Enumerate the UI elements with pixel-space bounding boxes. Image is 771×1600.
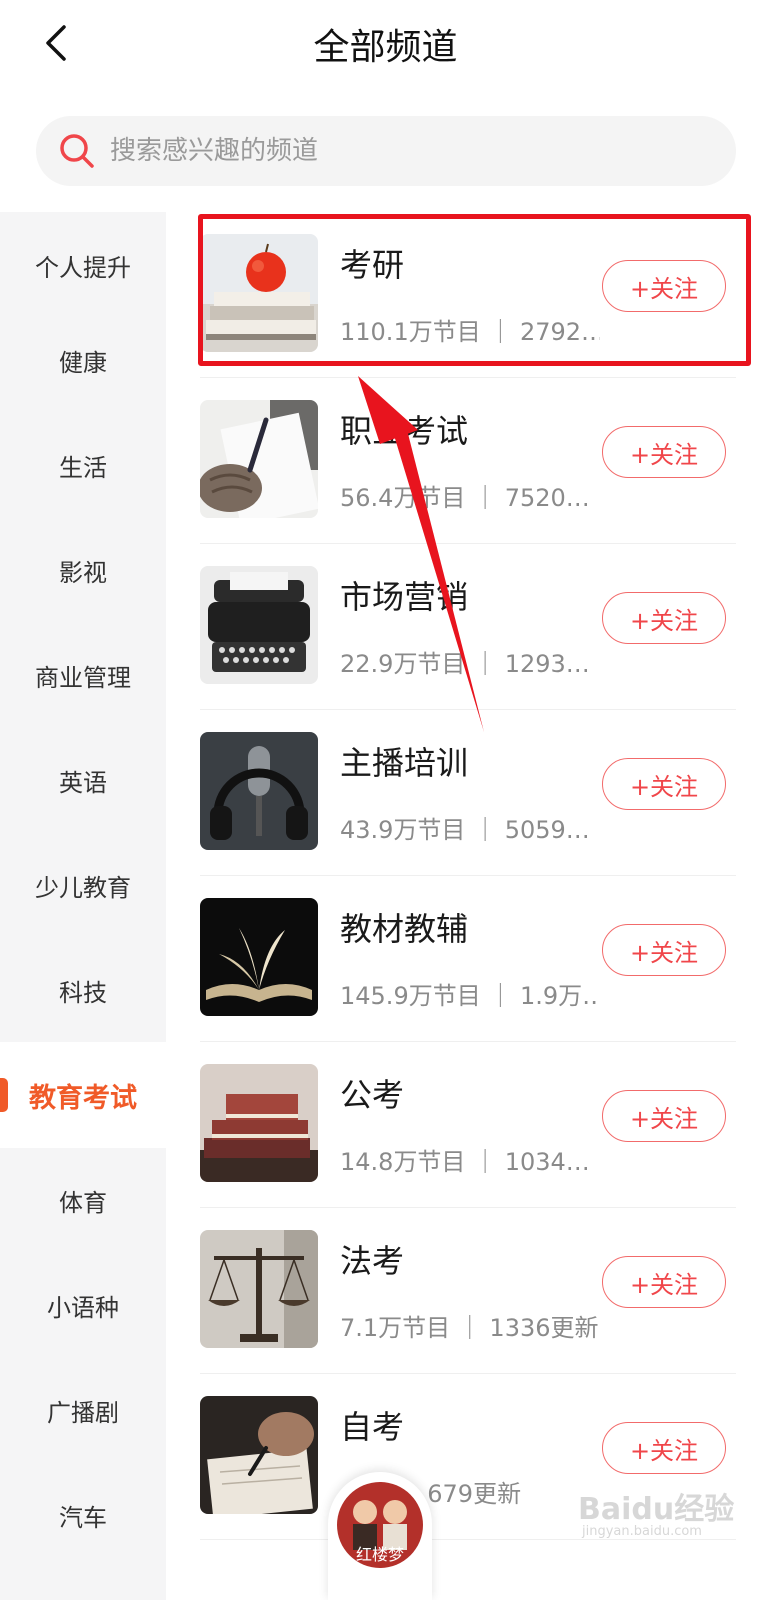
- follow-button[interactable]: +关注: [602, 1256, 726, 1308]
- channel-item-marketing[interactable]: 市场营销 22.9万节目 ｜ 1293… +关注: [200, 544, 736, 710]
- channel-stats: 56.4万节目 ｜ 7520…: [340, 484, 590, 512]
- channel-item-host-training[interactable]: 主播培训 43.9万节目 ｜ 5059… +关注: [200, 710, 736, 876]
- sidebar-item-label: 英语: [59, 768, 107, 797]
- channel-item-kaoyan[interactable]: 考研 110.1万节目 ｜ 2792… +关注: [200, 212, 736, 378]
- channel-item-law-exam[interactable]: 法考 7.1万节目 ｜ 1336更新 +关注: [200, 1208, 736, 1374]
- watermark-text: Baidu经验: [578, 1492, 735, 1527]
- stacked-books-image: [200, 1064, 318, 1182]
- channel-thumbnail: [200, 1396, 318, 1514]
- follow-button[interactable]: +关注: [602, 758, 726, 810]
- sidebar-item-personal-growth[interactable]: 个人提升: [0, 212, 166, 318]
- follow-button[interactable]: +关注: [602, 1422, 726, 1474]
- sidebar-item-label: 体育: [59, 1188, 107, 1217]
- channel-thumbnail: [200, 1230, 318, 1348]
- channel-item-vocational-exam[interactable]: 职业考试 56.4万节目 ｜ 7520… +关注: [200, 378, 736, 544]
- sidebar-item-label: 广播剧: [47, 1398, 119, 1427]
- sidebar-item-label: 生活: [59, 453, 107, 482]
- sidebar-item-technology[interactable]: 科技: [0, 937, 166, 1043]
- active-indicator: [0, 1078, 8, 1112]
- channel-stats: 43.9万节目 ｜ 5059…: [340, 816, 590, 844]
- sidebar-item-label: 少儿教育: [35, 873, 131, 902]
- watermark-url: jingyan.baidu.com: [582, 1524, 702, 1539]
- channel-name: 主播培训: [340, 744, 469, 782]
- album-cover-image: 红楼梦: [337, 1482, 423, 1568]
- sidebar-item-minor-languages[interactable]: 小语种: [0, 1252, 166, 1358]
- channel-name: 法考: [340, 1242, 405, 1280]
- album-cover-title: 红楼梦: [356, 1545, 404, 1564]
- headphones-microphone-image: [200, 732, 318, 850]
- channel-thumbnail: [200, 566, 318, 684]
- channel-name: 公考: [340, 1076, 405, 1114]
- channel-stats: 145.9万节目 ｜ 1.9万…: [340, 982, 600, 1010]
- follow-button[interactable]: +关注: [602, 1090, 726, 1142]
- sidebar-item-health[interactable]: 健康: [0, 307, 166, 413]
- channel-thumbnail: [200, 1064, 318, 1182]
- channel-stats: 7.1万节目 ｜ 1336更新: [340, 1314, 599, 1342]
- sidebar-item-label: 教育考试: [29, 1082, 137, 1114]
- search-icon: [60, 134, 94, 168]
- sidebar-item-radio-drama[interactable]: 广播剧: [0, 1357, 166, 1463]
- category-sidebar: 个人提升 健康 生活 影视 商业管理 英语 少儿教育 科技 教育考试 体育 小语…: [0, 212, 166, 1600]
- sidebar-item-film[interactable]: 影视: [0, 517, 166, 623]
- mini-player-cover[interactable]: 红楼梦: [337, 1482, 423, 1568]
- channel-stats: 14.8万节目 ｜ 1034…: [340, 1148, 590, 1176]
- sidebar-item-english[interactable]: 英语: [0, 727, 166, 833]
- page-title: 全部频道: [313, 27, 458, 68]
- sidebar-item-label: 科技: [59, 978, 107, 1007]
- sidebar-item-education-exams[interactable]: 教育考试: [0, 1042, 166, 1148]
- sidebar-item-label: 影视: [59, 558, 107, 587]
- sidebar-item-cars[interactable]: 汽车: [0, 1462, 166, 1568]
- channel-item-textbooks[interactable]: 教材教辅 145.9万节目 ｜ 1.9万… +关注: [200, 876, 736, 1042]
- channel-name: 市场营销: [340, 578, 469, 616]
- channel-name: 职业考试: [340, 412, 469, 450]
- channel-thumbnail: [200, 898, 318, 1016]
- header-bar: 全部频道: [0, 0, 771, 90]
- sidebar-item-label: 健康: [59, 348, 107, 377]
- search-bar[interactable]: [36, 116, 736, 186]
- sidebar-item-label: 个人提升: [35, 253, 131, 282]
- sidebar-item-life[interactable]: 生活: [0, 412, 166, 518]
- sidebar-item-kids-education[interactable]: 少儿教育: [0, 832, 166, 938]
- channel-name: 教材教辅: [340, 910, 469, 948]
- open-book-image: [200, 898, 318, 1016]
- channel-stats: 110.1万节目 ｜ 2792…: [340, 318, 600, 346]
- channel-name: 自考: [340, 1408, 405, 1446]
- channel-thumbnail: [200, 732, 318, 850]
- sidebar-item-label: 汽车: [59, 1503, 107, 1532]
- channel-thumbnail: [200, 400, 318, 518]
- sidebar-item-business[interactable]: 商业管理: [0, 622, 166, 728]
- sidebar-item-label: 小语种: [47, 1293, 119, 1322]
- scales-of-justice-image: [200, 1230, 318, 1348]
- channel-thumbnail: [200, 234, 318, 352]
- follow-button[interactable]: +关注: [602, 260, 726, 312]
- channel-stats: 22.9万节目 ｜ 1293…: [340, 650, 590, 678]
- channel-item-civil-service-exam[interactable]: 公考 14.8万节目 ｜ 1034… +关注: [200, 1042, 736, 1208]
- typewriter-image: [200, 566, 318, 684]
- follow-button[interactable]: +关注: [602, 592, 726, 644]
- follow-button[interactable]: +关注: [602, 426, 726, 478]
- baidu-watermark: Baidu经验 jingyan.baidu.com: [578, 1484, 758, 1544]
- hand-writing-notebook-image: [200, 1396, 318, 1514]
- mini-player[interactable]: 红楼梦: [328, 1472, 432, 1600]
- search-input[interactable]: [110, 136, 670, 166]
- sidebar-item-label: 商业管理: [35, 663, 131, 692]
- follow-button[interactable]: +关注: [602, 924, 726, 976]
- sidebar-item-sports[interactable]: 体育: [0, 1147, 166, 1253]
- channel-name: 考研: [340, 246, 405, 284]
- channel-list: 考研 110.1万节目 ｜ 2792… +关注 职业考试 56.4万节目 ｜ 7…: [166, 212, 771, 1600]
- hand-writing-image: [200, 400, 318, 518]
- apple-on-books-image: [200, 234, 318, 352]
